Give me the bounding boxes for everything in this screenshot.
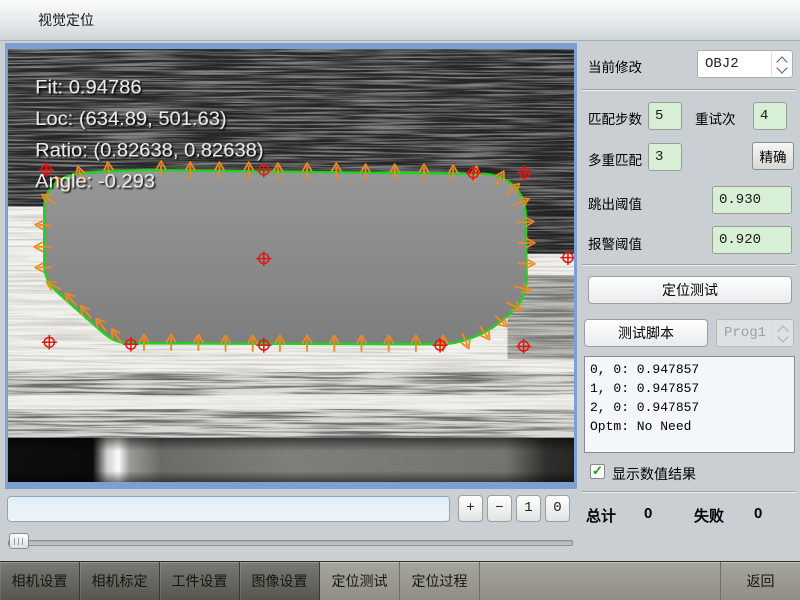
- exit-threshold-input[interactable]: [712, 186, 792, 214]
- retry-label: 重试次: [695, 108, 736, 128]
- tab-image-settings[interactable]: 图像设置: [240, 562, 320, 600]
- show-numeric-checkbox[interactable]: ✓: [590, 464, 605, 479]
- locate-test-button[interactable]: 定位测试: [588, 276, 792, 304]
- image-scroll-handle[interactable]: [9, 533, 29, 549]
- divider: [582, 89, 796, 91]
- program-value: Prog1: [724, 320, 766, 346]
- back-button[interactable]: 返回: [720, 562, 800, 600]
- divider: [582, 264, 796, 266]
- image-scroll-track[interactable]: [8, 540, 573, 546]
- zoom-in-button[interactable]: +: [458, 495, 483, 522]
- current-edit-label: 当前修改: [588, 56, 642, 76]
- current-object-select[interactable]: OBJ2: [697, 50, 793, 78]
- divider: [582, 491, 796, 493]
- overlay-fit: Fit: 0.94786: [35, 76, 141, 98]
- tab-locate-test[interactable]: 定位测试: [320, 562, 400, 600]
- result-line: 2, 0: 0.947857: [590, 398, 789, 417]
- camera-image: Fit: 0.94786 Loc: (634.89, 501.63) Ratio…: [8, 49, 574, 482]
- window-title: 视觉定位: [38, 0, 94, 40]
- scale-zero-button[interactable]: 0: [545, 495, 570, 522]
- program-select[interactable]: Prog1: [716, 319, 794, 347]
- exit-threshold-label: 跳出阈值: [588, 193, 642, 213]
- precise-button[interactable]: 精确: [752, 142, 794, 170]
- matched-part-outline: [44, 170, 526, 344]
- show-numeric-label: 显示数值结果: [612, 464, 696, 484]
- retry-input[interactable]: [753, 102, 787, 130]
- total-value: 0: [644, 505, 652, 522]
- tab-locate-process[interactable]: 定位过程: [400, 562, 480, 600]
- overlay-loc: Loc: (634.89, 501.63): [35, 108, 226, 130]
- results-box: 0, 0: 0.947857 1, 0: 0.947857 2, 0: 0.94…: [584, 356, 795, 453]
- tab-camera-settings[interactable]: 相机设置: [0, 562, 80, 600]
- spinner-arrows-icon[interactable]: [771, 52, 792, 76]
- multi-match-input[interactable]: [648, 143, 682, 171]
- match-steps-label: 匹配步数: [588, 108, 642, 128]
- result-line: 0, 0: 0.947857: [590, 360, 789, 379]
- vision-locate-window: 视觉定位: [0, 0, 800, 600]
- tab-workpiece-settings[interactable]: 工件设置: [160, 562, 240, 600]
- result-line: Optm: No Need: [590, 417, 789, 436]
- camera-view-frame: Fit: 0.94786 Loc: (634.89, 501.63) Ratio…: [5, 43, 577, 489]
- overlay-ratio: Ratio: (0.82638, 0.82638): [35, 139, 263, 161]
- fail-value: 0: [754, 505, 762, 522]
- total-label: 总计: [586, 505, 616, 526]
- message-input[interactable]: [7, 496, 450, 522]
- control-panel: 当前修改 OBJ2 匹配步数 重试次 多重匹配 精确 跳出阈值 报警阈值 定位测…: [580, 40, 800, 561]
- alarm-threshold-label: 报警阈值: [588, 233, 642, 253]
- overlay-angle: Angle: -0.293: [35, 171, 155, 193]
- bottom-tab-bar: 相机设置 相机标定 工件设置 图像设置 定位测试 定位过程 返回: [0, 561, 800, 600]
- alarm-threshold-input[interactable]: [712, 226, 792, 254]
- tab-camera-calibration[interactable]: 相机标定: [80, 562, 160, 600]
- fail-label: 失败: [694, 505, 724, 526]
- zoom-out-button[interactable]: −: [487, 495, 512, 522]
- current-object-value: OBJ2: [705, 51, 739, 77]
- spinner-arrows-icon: [772, 321, 793, 345]
- multi-match-label: 多重匹配: [588, 149, 642, 169]
- title-bar: 视觉定位: [0, 0, 800, 41]
- scale-one-button[interactable]: 1: [516, 495, 541, 522]
- result-line: 1, 0: 0.947857: [590, 379, 789, 398]
- match-steps-input[interactable]: [648, 102, 682, 130]
- test-script-button[interactable]: 测试脚本: [584, 319, 708, 347]
